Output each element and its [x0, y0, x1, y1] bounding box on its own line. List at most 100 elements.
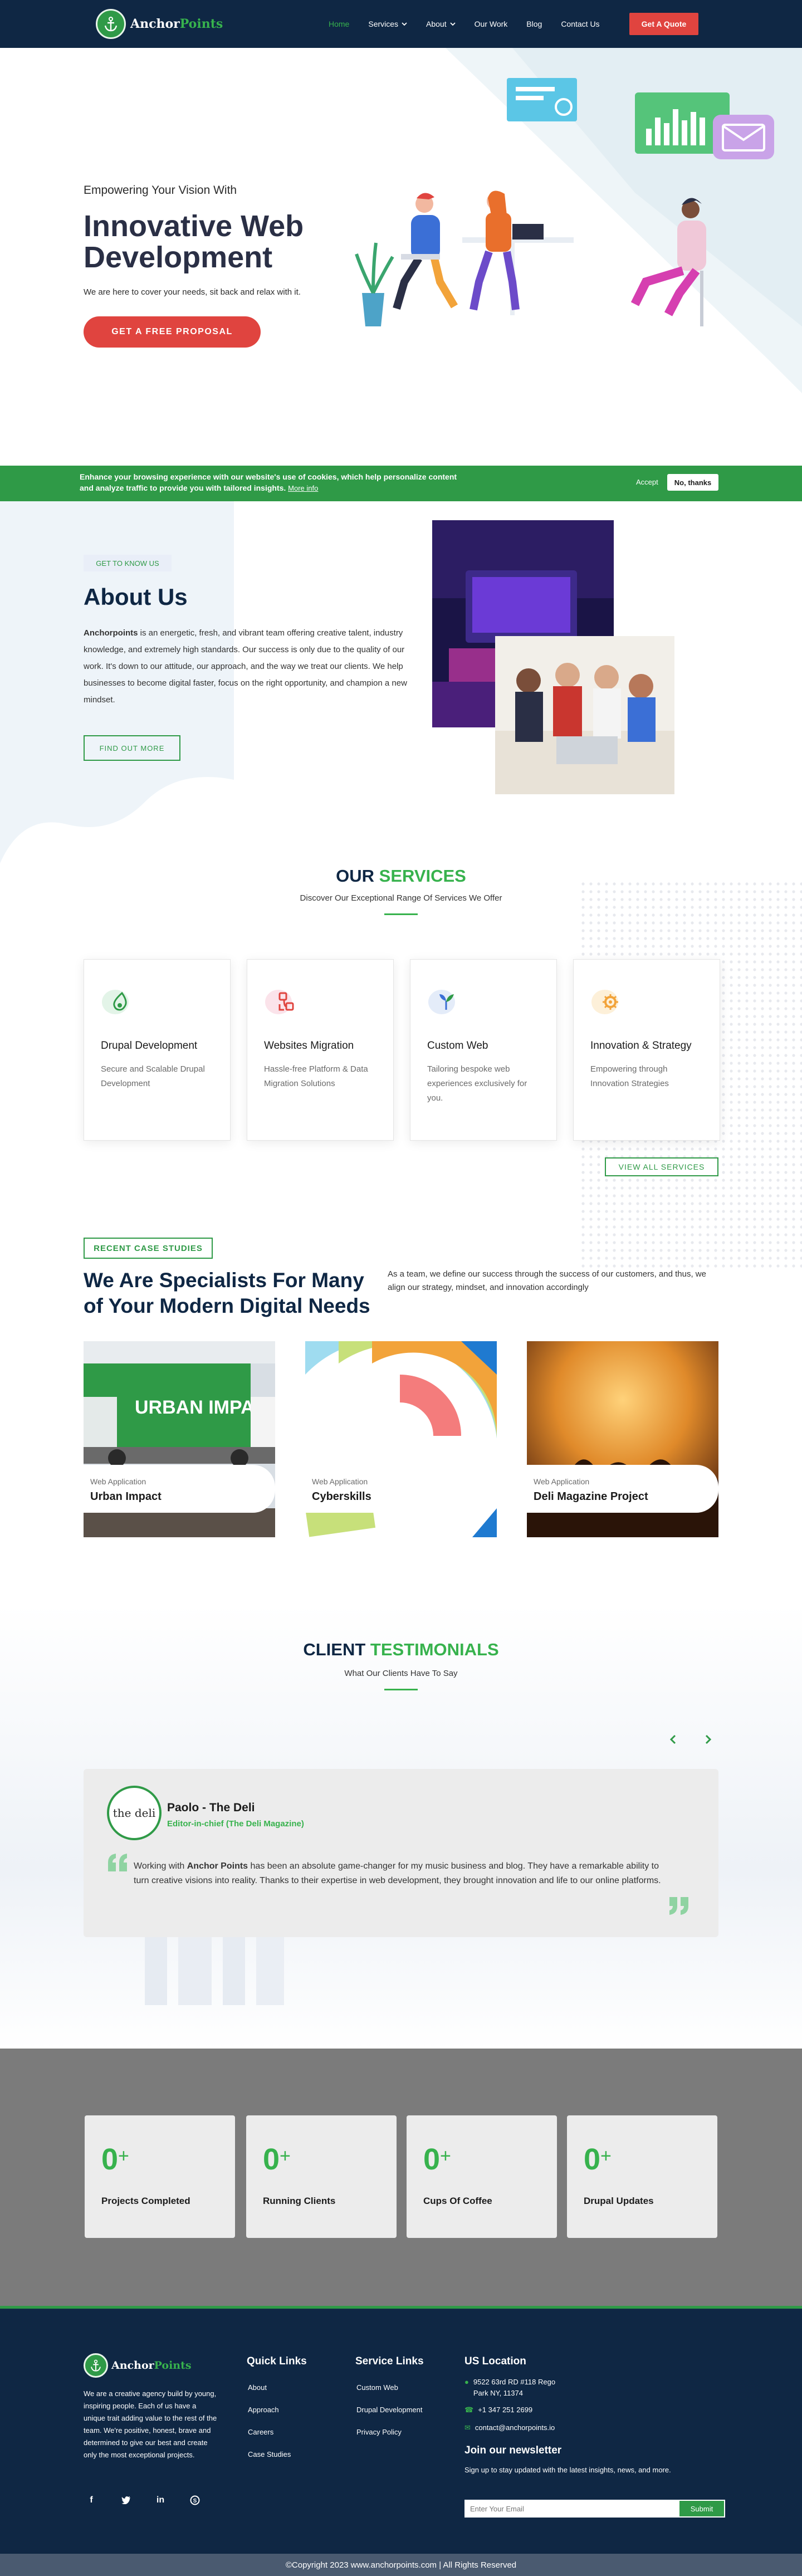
quote-open-icon [108, 1854, 127, 1871]
case-card-cyberskills[interactable]: Web Application Cyberskills [305, 1341, 497, 1537]
service-card-innovation[interactable]: Innovation & Strategy Empowering through… [573, 959, 720, 1141]
hero-subtitle: We are here to cover your needs, sit bac… [84, 287, 301, 297]
title-underline [384, 913, 418, 915]
quick-links-title: Quick Links [247, 2355, 307, 2367]
case-studies-tag: RECENT CASE STUDIES [84, 1238, 213, 1259]
newsletter-submit-button[interactable]: Submit [678, 2500, 725, 2518]
get-a-quote-button[interactable]: Get A Quote [629, 13, 698, 35]
anchor-icon [84, 2353, 108, 2378]
services-subtitle: Discover Our Exceptional Range Of Servic… [300, 893, 502, 903]
service-desc: Empowering through Innovation Strategies [590, 1064, 669, 1088]
case-label [527, 1465, 718, 1513]
counter-value: 0+ [584, 2143, 612, 2176]
nav-home[interactable]: Home [329, 19, 349, 28]
cookie-banner: Enhance your browsing experience with ou… [0, 466, 802, 501]
service-card-drupal[interactable]: Drupal Development Secure and Scalable D… [84, 959, 231, 1141]
service-links-title: Service Links [355, 2355, 424, 2367]
service-name: Websites Migration [264, 1040, 354, 1052]
case-card-urban-impact[interactable]: URBAN IMPACT Web Application Urban Impac… [84, 1341, 275, 1537]
sprout-icon [428, 990, 455, 1014]
service-desc: Tailoring bespoke web experiences exclus… [427, 1064, 527, 1103]
case-studies-title: We Are Specialists For Many of Your Mode… [84, 1269, 370, 1317]
quote-close-icon [669, 1897, 688, 1915]
counter-card: 0+ Running Clients [246, 2115, 397, 2238]
free-proposal-button[interactable]: GET A FREE PROPOSAL [84, 316, 261, 348]
email-link[interactable]: ✉ contact@anchorpoints.io [464, 2422, 555, 2433]
migration-icon [265, 990, 294, 1014]
case-label [84, 1465, 275, 1513]
counter-card: 0+ Drupal Updates [567, 2115, 717, 2238]
cookie-message: Enhance your browsing experience with ou… [80, 472, 457, 492]
address: ● 9522 63rd RD #118 Rego Park NY, 11374 [464, 2377, 555, 2399]
newsletter-subtitle: Sign up to stay updated with the latest … [464, 2466, 671, 2474]
footer-link-case-studies[interactable]: Case Studies [248, 2450, 291, 2458]
title-underline [384, 1689, 418, 1690]
case-category: Web Application [534, 1477, 590, 1486]
client-avatar: the deli [107, 1786, 162, 1840]
nav-our-work[interactable]: Our Work [475, 19, 508, 28]
case-card-deli-magazine[interactable]: Web Application Deli Magazine Project [527, 1341, 718, 1537]
footer-link-privacy[interactable]: Privacy Policy [356, 2428, 402, 2436]
service-name: Drupal Development [101, 1040, 198, 1052]
counter-card: 0+ Projects Completed [85, 2115, 235, 2238]
nav-about[interactable]: About [426, 19, 456, 28]
newsletter-title: Join our newsletter [464, 2445, 562, 2456]
previous-arrow-icon[interactable] [665, 1731, 682, 1748]
next-arrow-icon[interactable] [700, 1731, 716, 1748]
footer-link-careers[interactable]: Careers [248, 2428, 273, 2436]
mail-icon: ✉ [464, 2423, 471, 2432]
hero-eyebrow: Empowering Your Vision With [84, 184, 237, 197]
counter-value: 0+ [423, 2143, 451, 2176]
find-out-more-button[interactable]: FIND OUT MORE [84, 735, 180, 761]
skype-icon[interactable]: S [187, 2492, 203, 2508]
case-category: Web Application [90, 1477, 146, 1486]
twitter-icon[interactable] [118, 2492, 134, 2508]
counter-value: 0+ [101, 2143, 129, 2176]
phone-icon: ☎ [464, 2406, 474, 2414]
hero-illustration [355, 48, 802, 393]
social-links: f in S [84, 2492, 203, 2508]
testimonials-subtitle: What Our Clients Have To Say [344, 1669, 458, 1678]
service-name: Custom Web [427, 1040, 488, 1052]
case-name: Cyberskills [312, 1490, 371, 1503]
map-pin-icon: ● [464, 2378, 469, 2386]
counter-label: Running Clients [263, 2196, 336, 2206]
newsletter-email-input[interactable] [464, 2500, 678, 2518]
counter-label: Projects Completed [101, 2196, 190, 2206]
footer-link-about[interactable]: About [248, 2383, 267, 2392]
svg-text:S: S [193, 2498, 197, 2504]
cookie-accept-button[interactable]: Accept [636, 478, 658, 486]
footer-link-drupal[interactable]: Drupal Development [356, 2406, 423, 2414]
footer-logo[interactable]: AnchorPoints [84, 2353, 192, 2378]
nav-blog[interactable]: Blog [526, 19, 542, 28]
view-all-services-button[interactable]: VIEW ALL SERVICES [605, 1157, 718, 1176]
cookie-decline-button[interactable]: No, thanks [667, 474, 718, 491]
footer-link-custom-web[interactable]: Custom Web [356, 2383, 398, 2392]
linkedin-icon[interactable]: in [153, 2492, 168, 2508]
facebook-icon[interactable]: f [84, 2492, 99, 2508]
cookie-more-info-link[interactable]: More info [288, 484, 318, 492]
site-logo[interactable]: AnchorPoints [96, 9, 223, 39]
client-name: Paolo - The Deli [167, 1801, 255, 1814]
about-section: GET TO KNOW US About Us Anchorpoints is … [0, 501, 802, 869]
main-nav: Home Services About Our Work Blog Contac… [329, 0, 600, 48]
service-card-migration[interactable]: Websites Migration Hassle-free Platform … [247, 959, 394, 1141]
service-card-custom-web[interactable]: Custom Web Tailoring bespoke web experie… [410, 959, 557, 1141]
anchor-icon [96, 9, 126, 39]
case-name: Deli Magazine Project [534, 1490, 648, 1503]
us-location-title: US Location [464, 2355, 526, 2367]
footer-link-approach[interactable]: Approach [248, 2406, 279, 2414]
phone[interactable]: ☎ +1 347 251 2699 [464, 2404, 532, 2416]
nav-contact[interactable]: Contact Us [561, 19, 599, 28]
chevron-down-icon [450, 22, 456, 26]
case-name: Urban Impact [90, 1490, 162, 1503]
chevron-down-icon [402, 22, 407, 26]
about-body: Anchorpoints is an energetic, fresh, and… [84, 628, 407, 705]
nav-services[interactable]: Services [368, 19, 407, 28]
counter-value: 0+ [263, 2143, 291, 2176]
footer-wordmark: AnchorPoints [111, 2359, 192, 2372]
case-label [305, 1465, 497, 1513]
service-name: Innovation & Strategy [590, 1040, 692, 1052]
client-role: Editor-in-chief (The Deli Magazine) [167, 1819, 304, 1829]
testimonial-card: the deli Paolo - The Deli Editor-in-chie… [84, 1769, 718, 1937]
